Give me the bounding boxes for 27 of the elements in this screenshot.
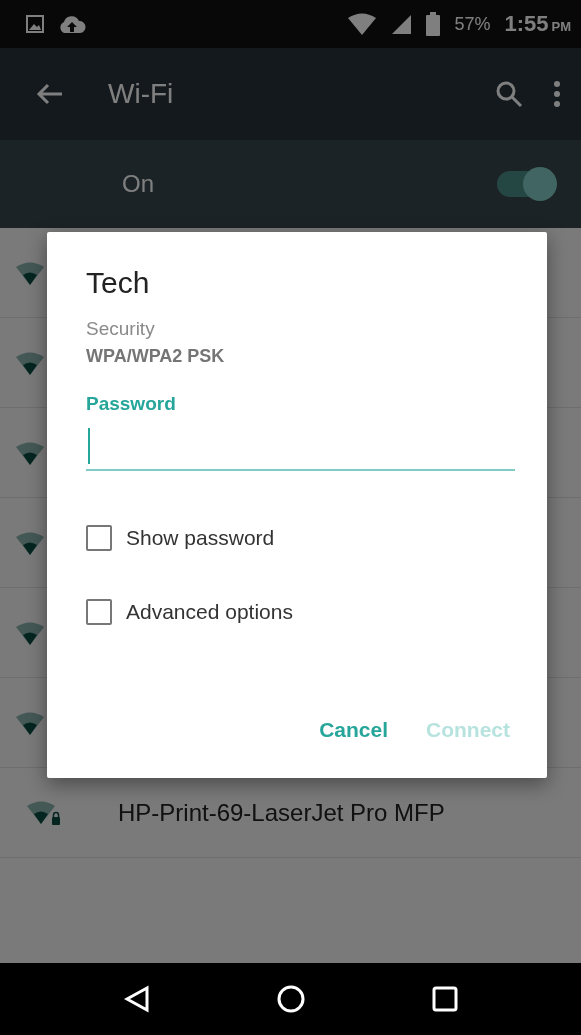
image-icon — [26, 15, 44, 33]
clock-meridiem: PM — [551, 19, 571, 34]
back-triangle-icon[interactable] — [123, 985, 150, 1013]
clock-time: 1:55 — [504, 11, 549, 37]
checkbox[interactable] — [86, 525, 112, 551]
security-label: Security — [86, 318, 156, 340]
cloud-upload-icon — [58, 14, 86, 34]
home-circle-icon[interactable] — [276, 985, 305, 1013]
security-value: WPA/WPA2 PSK — [86, 346, 226, 367]
screen-title: Wi-Fi — [108, 78, 175, 110]
wifi-toggle[interactable] — [495, 167, 557, 201]
password-label: Password — [86, 393, 177, 415]
back-arrow-icon[interactable] — [36, 82, 64, 106]
wifi-signal-icon — [348, 13, 377, 35]
wifi-state-label: On — [122, 170, 155, 198]
recents-square-icon[interactable] — [431, 986, 458, 1012]
more-options-icon[interactable] — [553, 80, 561, 108]
checkbox-label[interactable]: Show password — [126, 526, 275, 550]
battery-percent: 57% — [454, 13, 491, 35]
cell-signal-icon — [390, 13, 413, 35]
search-icon[interactable] — [495, 80, 523, 108]
battery-icon — [426, 12, 441, 36]
dialog-button[interactable]: Cancel — [314, 712, 393, 748]
checkbox[interactable] — [86, 599, 112, 625]
dialog-title: Tech — [86, 266, 151, 300]
network-name: HP-Print-69-LaserJet Pro MFP — [118, 798, 445, 827]
checkbox-label[interactable]: Advanced options — [126, 600, 293, 624]
